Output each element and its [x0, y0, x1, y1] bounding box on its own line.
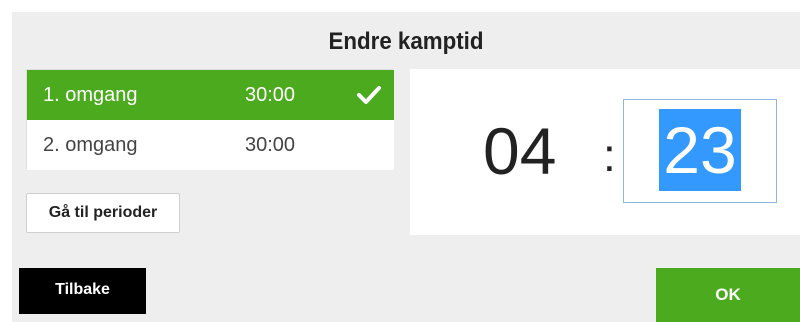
period-time: 30:00	[245, 84, 296, 106]
period-name: 2. omgang	[43, 134, 138, 156]
goto-periods-button[interactable]: Gå til perioder	[26, 193, 180, 233]
ok-button[interactable]: OK	[656, 268, 800, 322]
period-row-1[interactable]: 1. omgang 30:00	[27, 70, 394, 120]
seconds-input[interactable]: 23	[623, 99, 777, 203]
back-button[interactable]: Tilbake	[19, 268, 146, 314]
period-list: 1. omgang 30:00 2. omgang 30:00	[26, 69, 394, 170]
edit-match-time-dialog: Endre kamptid 1. omgang 30:00 2. omgang …	[12, 12, 800, 322]
dialog-title: Endre kamptid	[328, 28, 484, 55]
minutes-input[interactable]: 04	[483, 111, 556, 191]
check-icon	[357, 86, 381, 104]
period-name: 1. omgang	[43, 84, 138, 106]
time-separator: :	[603, 129, 616, 181]
time-editor: 04 : 23	[410, 69, 800, 235]
period-time: 30:00	[245, 134, 296, 156]
period-row-2[interactable]: 2. omgang 30:00	[27, 120, 394, 170]
seconds-value: 23	[659, 109, 741, 191]
